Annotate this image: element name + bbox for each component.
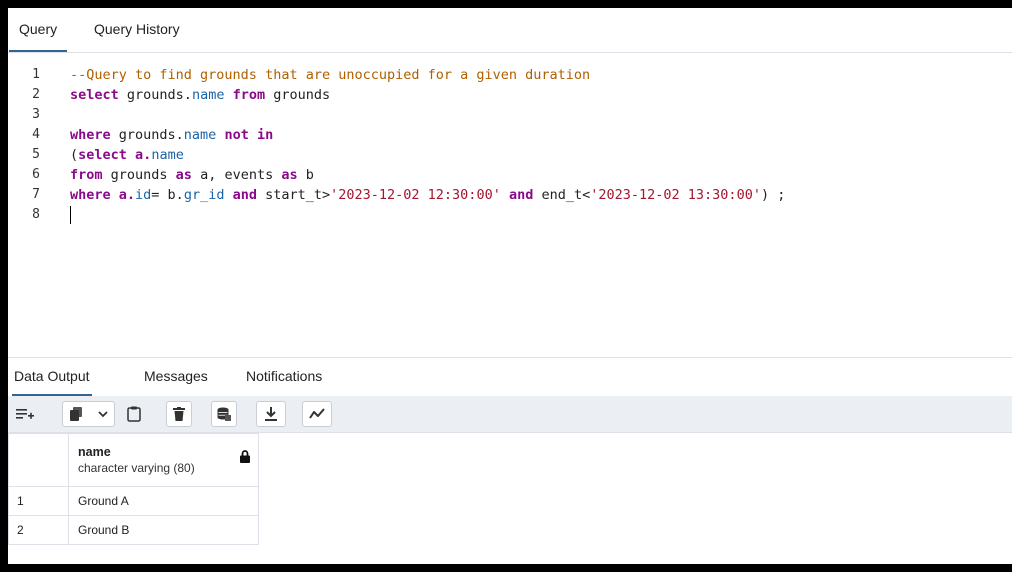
graph-icon	[309, 408, 325, 419]
sql-text: a.	[110, 187, 136, 203]
save-data-icon	[217, 407, 231, 421]
sql-text: start_t>	[256, 187, 331, 203]
line-number: 3	[32, 107, 40, 122]
sql-text: a.	[126, 147, 152, 163]
sql-comment: --Query to find grounds that are unoccup…	[70, 67, 591, 83]
sql-keyword: as	[281, 167, 298, 183]
sql-text: a, events	[191, 167, 282, 183]
sql-text: b	[297, 167, 314, 183]
lock-icon	[240, 450, 250, 463]
code-line: --Query to find grounds that are unoccup…	[70, 65, 1012, 85]
code-line: where grounds.name not in	[70, 125, 1012, 145]
line-number: 8	[32, 207, 40, 222]
grid-cell[interactable]: Ground B	[68, 515, 259, 545]
column-type: character varying (80)	[78, 461, 195, 475]
text-cursor	[70, 206, 71, 224]
download-button[interactable]	[256, 401, 286, 427]
tab-messages[interactable]: Messages	[142, 358, 210, 394]
sql-keyword: select	[70, 87, 119, 103]
line-number: 4	[32, 127, 40, 142]
copy-icon	[70, 407, 82, 421]
line-number: 5	[32, 147, 40, 162]
copy-button[interactable]	[62, 401, 115, 427]
delete-button[interactable]	[166, 401, 192, 427]
tab-data-output[interactable]: Data Output	[12, 358, 92, 396]
add-row-button[interactable]	[10, 401, 40, 427]
grid-header-row: name character varying (80)	[8, 433, 259, 487]
sql-keyword: from	[224, 87, 266, 103]
download-icon	[265, 407, 277, 421]
sql-property: name	[151, 147, 184, 163]
delete-icon	[173, 407, 185, 421]
line-number: 7	[32, 187, 40, 202]
results-grid: name character varying (80) 1 Ground A 2…	[8, 433, 259, 545]
paste-icon	[127, 406, 141, 422]
sql-property: gr_id	[183, 187, 225, 203]
line-number: 6	[32, 167, 40, 182]
chevron-down-icon[interactable]	[98, 410, 108, 418]
code-line	[70, 205, 1012, 225]
grid-cell[interactable]: Ground A	[68, 486, 259, 516]
sql-text: end_t<	[533, 187, 591, 203]
tab-query-history[interactable]: Query History	[84, 8, 190, 50]
sql-text: grounds	[265, 87, 331, 103]
data-toolbar	[8, 396, 1012, 433]
paste-button[interactable]	[118, 401, 150, 427]
column-name: name	[78, 445, 111, 459]
sql-property: name	[183, 127, 217, 143]
tab-notifications[interactable]: Notifications	[244, 358, 324, 394]
row-number[interactable]: 1	[8, 486, 69, 516]
code-line: where a.id= b.gr_id and start_t>'2023-12…	[70, 185, 1012, 205]
line-number: 1	[32, 67, 40, 82]
sql-string: '2023-12-02 13:30:00'	[590, 187, 761, 203]
graph-visualiser-button[interactable]	[302, 401, 332, 427]
code-line: from grounds as a, events as b	[70, 165, 1012, 185]
sql-keyword: not in	[216, 127, 274, 143]
sql-editor[interactable]: 1 2 3 4 5 6 7 8 --Query to find grounds …	[8, 53, 1012, 356]
sql-text: (	[70, 147, 79, 163]
column-header-name[interactable]: name character varying (80)	[68, 433, 259, 487]
add-row-icon	[16, 409, 34, 419]
code-line: select grounds.name from grounds	[70, 85, 1012, 105]
sql-property: id	[135, 187, 152, 203]
sql-keyword: and	[508, 187, 534, 203]
sql-keyword: from	[70, 167, 103, 183]
line-number-gutter: 1 2 3 4 5 6 7 8	[8, 65, 52, 225]
sql-keyword: as	[175, 167, 192, 183]
line-number: 2	[32, 87, 40, 102]
editor-tabs: Query Query History	[8, 8, 1012, 53]
sql-keyword: and	[232, 187, 257, 203]
sql-text: grounds.	[118, 87, 192, 103]
sql-property: name	[191, 87, 225, 103]
output-tabs: Data Output Messages Notifications	[8, 357, 1012, 397]
sql-string: '2023-12-02 12:30:00'	[330, 187, 501, 203]
sql-text: grounds	[102, 167, 176, 183]
sql-keyword: where	[70, 127, 111, 143]
code-line: (select a.name	[70, 145, 1012, 165]
code-area[interactable]: --Query to find grounds that are unoccup…	[70, 65, 1012, 225]
query-tool-window: Query Query History 1 2 3 4 5 6 7 8 --Qu…	[8, 8, 1012, 564]
row-number[interactable]: 2	[8, 515, 69, 545]
sql-text: ) ;	[760, 187, 786, 203]
save-data-button[interactable]	[211, 401, 237, 427]
row-number-header[interactable]	[8, 433, 69, 487]
sql-text: = b.	[151, 187, 184, 203]
tab-query[interactable]: Query	[9, 8, 68, 52]
table-row[interactable]: 2 Ground B	[8, 515, 259, 545]
table-row[interactable]: 1 Ground A	[8, 486, 259, 516]
sql-keyword: select	[78, 147, 127, 163]
sql-keyword: where	[70, 187, 111, 203]
sql-text: grounds.	[110, 127, 184, 143]
